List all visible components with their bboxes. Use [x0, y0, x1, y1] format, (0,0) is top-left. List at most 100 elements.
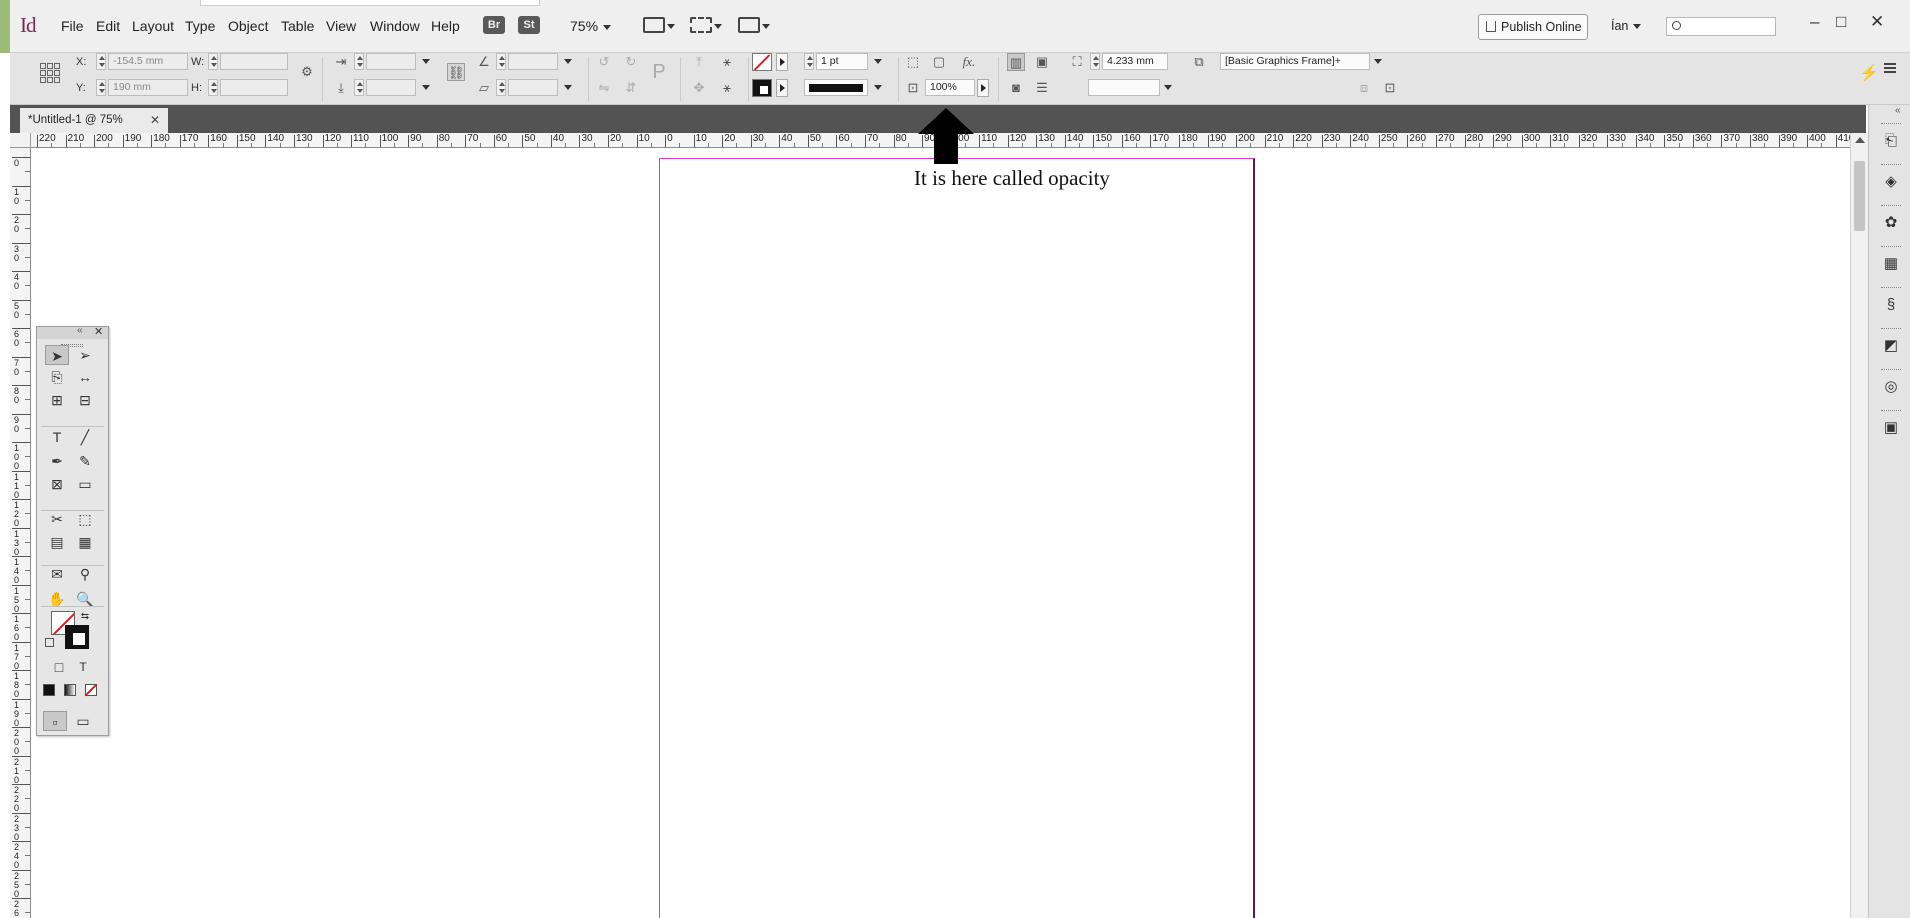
search-input[interactable] [1666, 17, 1776, 36]
scale-x-field[interactable] [366, 53, 416, 70]
document-page[interactable] [659, 158, 1255, 918]
bridge-button[interactable]: Br [483, 16, 505, 34]
scissors-tool[interactable]: ✂ [45, 509, 69, 529]
text-wrap-none-icon[interactable]: ▥ [1007, 53, 1025, 71]
links-panel-icon[interactable]: ▦ [1881, 254, 1901, 274]
menu-table[interactable]: Table [281, 18, 314, 34]
stroke-color-swatch[interactable] [65, 625, 89, 649]
vertical-ruler[interactable]: 0 10 20 30 40 50 60 70 80 90 100110120130140150160… [10, 148, 31, 918]
chevron-down-icon[interactable] [872, 79, 884, 96]
flip-horizontal-icon[interactable]: ⇋ [595, 79, 613, 97]
swap-fill-stroke-icon[interactable]: ⇆ [77, 607, 93, 627]
opacity-field[interactable]: 100% [925, 79, 975, 96]
x-stepper[interactable] [96, 53, 106, 70]
y-stepper[interactable] [96, 79, 106, 96]
free-transform-tool[interactable]: ⬚ [73, 509, 97, 529]
text-wrap-bounding-icon[interactable]: ▣ [1033, 53, 1051, 71]
width-field[interactable] [220, 53, 288, 70]
panel-grip[interactable] [1881, 205, 1901, 207]
cc-libraries-panel-icon[interactable]: ◎ [1881, 377, 1901, 397]
fill-swatch[interactable] [752, 53, 772, 71]
text-wrap-jump-icon[interactable]: ☰ [1033, 79, 1051, 97]
chevron-down-icon[interactable] [872, 53, 884, 70]
direct-selection-tool[interactable]: ➢ [73, 345, 97, 365]
object-style-dropdown[interactable]: [Basic Graphics Frame]+ [1220, 53, 1370, 70]
corner-options-icon[interactable]: ⬚ [904, 53, 922, 71]
chevron-down-icon[interactable] [420, 53, 432, 70]
select-content-icon[interactable]: ✥ [690, 79, 708, 97]
height-stepper[interactable] [208, 79, 218, 96]
close-window-button[interactable]: ✕ [1870, 12, 1884, 32]
type-tool[interactable]: T [45, 427, 69, 447]
menu-file[interactable]: File [61, 18, 84, 34]
view-options-icon[interactable] [643, 17, 665, 33]
collapse-icon[interactable]: « [77, 325, 83, 336]
color-panel-icon[interactable]: ◩ [1881, 336, 1901, 356]
menu-view[interactable]: View [326, 18, 356, 34]
menu-edit[interactable]: Edit [96, 18, 120, 34]
height-field[interactable] [220, 79, 288, 96]
panel-grip[interactable] [1881, 410, 1901, 412]
rectangle-frame-tool[interactable]: ⊠ [45, 474, 69, 494]
formatting-text-button[interactable]: T [71, 657, 95, 677]
selection-tool[interactable]: ➤ [45, 345, 69, 365]
shear-stepper[interactable] [496, 79, 506, 96]
minimize-button[interactable]: – [1810, 12, 1819, 32]
line-tool[interactable]: ╱ [73, 427, 97, 447]
drop-shadow-icon[interactable]: ▢ [930, 53, 948, 71]
gradient-swatch-tool[interactable]: ▤ [45, 532, 69, 552]
stroke-swatch[interactable] [752, 79, 772, 97]
panel-grip[interactable] [1881, 123, 1901, 125]
rectangle-tool[interactable]: ▭ [73, 474, 97, 494]
apply-none-button[interactable] [84, 683, 98, 697]
rotate-ccw-icon[interactable]: ↺ [595, 53, 613, 71]
select-next-icon[interactable]: ⚹ [718, 79, 736, 97]
quick-apply-icon[interactable]: ⚡ [1859, 63, 1879, 83]
gap-tool[interactable]: ↔ [73, 367, 97, 387]
chevron-down-icon[interactable] [562, 53, 574, 70]
flip-vertical-icon[interactable]: ⇵ [622, 79, 640, 97]
tools-panel-header[interactable]: « ✕ [37, 325, 108, 339]
fill-field-dropdown[interactable] [1088, 79, 1160, 96]
normal-view-button[interactable]: ▫ [43, 711, 67, 731]
menu-object[interactable]: Object [228, 18, 268, 34]
scale-x-stepper[interactable] [354, 53, 364, 70]
pen-tool[interactable]: ✒ [45, 451, 69, 471]
preview-mode-button[interactable]: ▭ [71, 711, 95, 731]
screen-mode-icon[interactable] [690, 17, 712, 33]
stock-button[interactable]: St [518, 16, 540, 34]
ruler-origin[interactable] [10, 133, 31, 148]
effects-fx-icon[interactable]: fx. [960, 53, 978, 71]
clear-overrides-icon[interactable]: ⧈ [1355, 79, 1373, 97]
note-tool[interactable]: ✉ [45, 564, 69, 584]
rotation-stepper[interactable] [496, 53, 506, 70]
rotation-field[interactable] [508, 53, 558, 70]
select-container-icon[interactable]: ⤒ [690, 53, 708, 71]
scroll-up-arrow[interactable] [1855, 137, 1865, 143]
x-position-field[interactable]: -154.5 mm [108, 53, 188, 70]
style-options-icon[interactable]: ⊡ [1381, 79, 1399, 97]
frame-offset-field[interactable]: 4.233 mm [1102, 53, 1168, 70]
effects-panel-icon[interactable]: ▣ [1881, 418, 1901, 438]
stroke-weight-field[interactable]: 1 pt [816, 53, 868, 70]
menu-type[interactable]: Type [185, 18, 215, 34]
eyedropper-tool[interactable]: ⚲ [73, 564, 97, 584]
layers-panel-icon[interactable]: ◈ [1881, 172, 1901, 192]
gradient-feather-tool[interactable]: ▦ [73, 532, 97, 552]
scale-y-stepper[interactable] [354, 79, 364, 96]
scroll-thumb[interactable] [1854, 161, 1865, 231]
stroke-panel-icon[interactable]: § [1881, 295, 1901, 315]
opacity-menu-arrow[interactable] [977, 79, 989, 97]
collapse-icon[interactable]: « [1895, 105, 1901, 116]
link-scale-icon[interactable]: ⛓ [447, 63, 465, 81]
chevron-down-icon[interactable] [420, 79, 432, 96]
pages-panel-icon[interactable]: ⎗ [1881, 131, 1901, 151]
default-fill-stroke-icon[interactable] [45, 638, 54, 647]
menu-layout[interactable]: Layout [132, 18, 174, 34]
vertical-scrollbar[interactable] [1850, 133, 1868, 918]
text-wrap-shape-icon[interactable]: ◙ [1007, 79, 1025, 97]
stroke-weight-stepper[interactable] [804, 53, 814, 70]
select-previous-icon[interactable]: ⚹ [718, 53, 736, 71]
apply-gradient-button[interactable] [64, 684, 76, 696]
maximize-button[interactable]: □ [1836, 12, 1846, 32]
